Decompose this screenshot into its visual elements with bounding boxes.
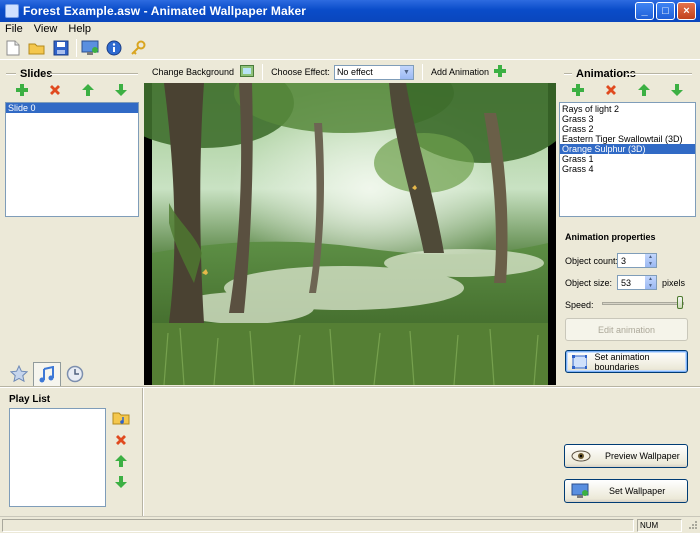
list-item[interactable]: Grass 4 <box>560 164 695 174</box>
speed-slider-thumb[interactable] <box>676 296 683 309</box>
save-icon[interactable] <box>52 39 70 57</box>
resize-grip-icon[interactable] <box>686 520 698 532</box>
delete-animation-button[interactable] <box>603 82 619 98</box>
object-count-label: Object count: <box>565 256 619 266</box>
set-wallpaper-button[interactable]: Set Wallpaper <box>564 479 688 503</box>
list-item[interactable]: Orange Sulphur (3D) <box>560 144 695 154</box>
status-num: NUM <box>637 519 682 532</box>
add-animation-button[interactable] <box>570 82 586 98</box>
divider <box>6 73 16 75</box>
playlist-list[interactable] <box>9 408 106 507</box>
status-panel <box>2 519 634 532</box>
maximize-button[interactable]: □ <box>656 2 675 20</box>
minimize-button[interactable]: _ <box>635 2 654 20</box>
object-size-value: 53 <box>621 277 632 288</box>
effect-select-value: No effect <box>336 67 373 77</box>
effect-bar: Change Background Choose Effect: No effe… <box>144 62 554 82</box>
list-item[interactable]: Grass 1 <box>560 154 695 164</box>
edit-animation-button[interactable]: Edit animation <box>565 318 688 341</box>
add-slide-button[interactable] <box>14 82 30 98</box>
move-slide-up-button[interactable] <box>80 82 96 98</box>
preview-wallpaper-button[interactable]: Preview Wallpaper <box>564 444 688 468</box>
divider <box>626 73 692 75</box>
tab-schedule[interactable] <box>61 362 89 386</box>
key-icon[interactable] <box>129 39 147 57</box>
animations-list[interactable]: Rays of light 2 Grass 3 Grass 2 Eastern … <box>559 102 696 217</box>
forest-image <box>144 83 556 385</box>
move-music-down-button[interactable] <box>113 474 129 490</box>
spinner-arrows-icon[interactable]: ▲ ▼ <box>645 276 656 289</box>
toolbar <box>0 36 700 60</box>
list-item[interactable]: Rays of light 2 <box>560 104 695 114</box>
menu-bar: File View Help <box>0 22 700 36</box>
set-wallpaper-label: Set Wallpaper <box>609 486 666 496</box>
menu-file[interactable]: File <box>0 23 29 35</box>
delete-slide-button[interactable] <box>47 82 63 98</box>
boundaries-icon <box>572 354 587 369</box>
change-background-label[interactable]: Change Background <box>152 67 234 77</box>
window-title: Forest Example.asw - Animated Wallpaper … <box>23 4 307 18</box>
effect-select[interactable]: No effect ▼ <box>333 64 414 80</box>
close-button[interactable]: × <box>677 2 696 20</box>
object-size-spinner[interactable]: 53 ▲ ▼ <box>617 275 657 290</box>
info-icon[interactable] <box>105 39 123 57</box>
monitor-icon[interactable] <box>81 39 99 57</box>
choose-effect-label: Choose Effect: <box>271 67 330 77</box>
move-music-up-button[interactable] <box>113 453 129 469</box>
slides-list[interactable]: Slide 0 <box>5 102 139 217</box>
list-item[interactable]: Slide 0 <box>6 103 138 113</box>
list-item[interactable]: Grass 2 <box>560 124 695 134</box>
chevron-down-icon[interactable]: ▼ <box>398 65 413 79</box>
playlist-title: Play List <box>9 394 51 405</box>
set-boundaries-label: Set animation boundaries <box>594 351 650 372</box>
divider <box>0 386 700 388</box>
eye-icon <box>571 450 591 462</box>
tab-music[interactable] <box>33 362 61 386</box>
object-count-spinner[interactable]: 3 ▲ ▼ <box>617 253 657 268</box>
move-animation-down-button[interactable] <box>669 82 685 98</box>
menu-help[interactable]: Help <box>63 23 97 35</box>
divider <box>50 73 138 75</box>
tab-effects[interactable] <box>5 362 33 386</box>
add-animation-icon[interactable] <box>493 65 506 79</box>
add-animation-label[interactable]: Add Animation <box>431 67 489 77</box>
spinner-arrows-icon[interactable]: ▲ ▼ <box>645 254 656 267</box>
set-boundaries-button[interactable]: Set animation boundaries <box>565 350 688 373</box>
change-background-icon[interactable] <box>240 65 255 79</box>
slides-title: Slides <box>20 68 53 80</box>
menu-view[interactable]: View <box>29 23 64 35</box>
wallpaper-preview[interactable] <box>144 83 556 385</box>
list-item[interactable]: Eastern Tiger Swallowtail (3D) <box>560 134 695 144</box>
open-folder-icon[interactable] <box>28 39 46 57</box>
move-slide-down-button[interactable] <box>113 82 129 98</box>
new-file-icon[interactable] <box>4 39 22 57</box>
animation-properties-title: Animation properties <box>565 232 656 242</box>
separator <box>421 64 423 80</box>
toolbar-separator <box>76 38 77 57</box>
object-count-value: 3 <box>621 255 627 266</box>
speed-label: Speed: <box>565 300 594 310</box>
separator <box>262 64 264 80</box>
app-icon <box>5 4 19 18</box>
preview-wallpaper-label: Preview Wallpaper <box>605 451 680 461</box>
title-bar[interactable]: Forest Example.asw - Animated Wallpaper … <box>0 0 700 22</box>
list-item[interactable]: Grass 3 <box>560 114 695 124</box>
divider <box>564 73 572 75</box>
move-animation-up-button[interactable] <box>636 82 652 98</box>
add-music-button[interactable] <box>112 409 130 427</box>
speed-track[interactable] <box>602 302 684 305</box>
object-size-unit: pixels <box>662 278 686 288</box>
delete-music-button[interactable] <box>113 432 129 448</box>
monitor-icon <box>571 483 589 498</box>
object-size-label: Object size: <box>565 278 613 288</box>
status-bar: NUM <box>0 516 700 533</box>
divider <box>142 388 144 516</box>
